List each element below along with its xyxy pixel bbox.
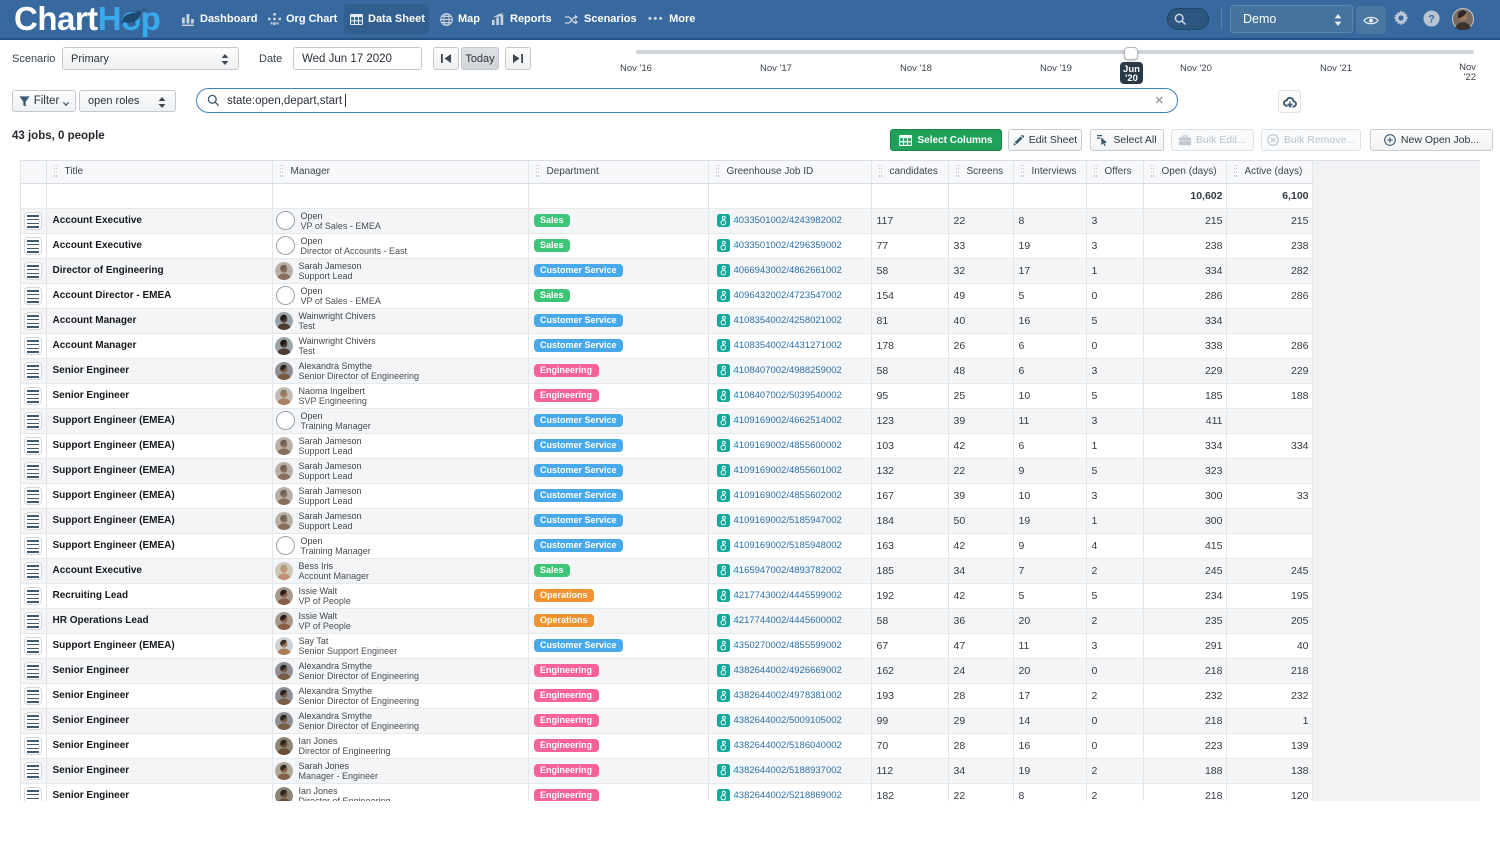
svg-text:?: ? xyxy=(1428,14,1435,26)
